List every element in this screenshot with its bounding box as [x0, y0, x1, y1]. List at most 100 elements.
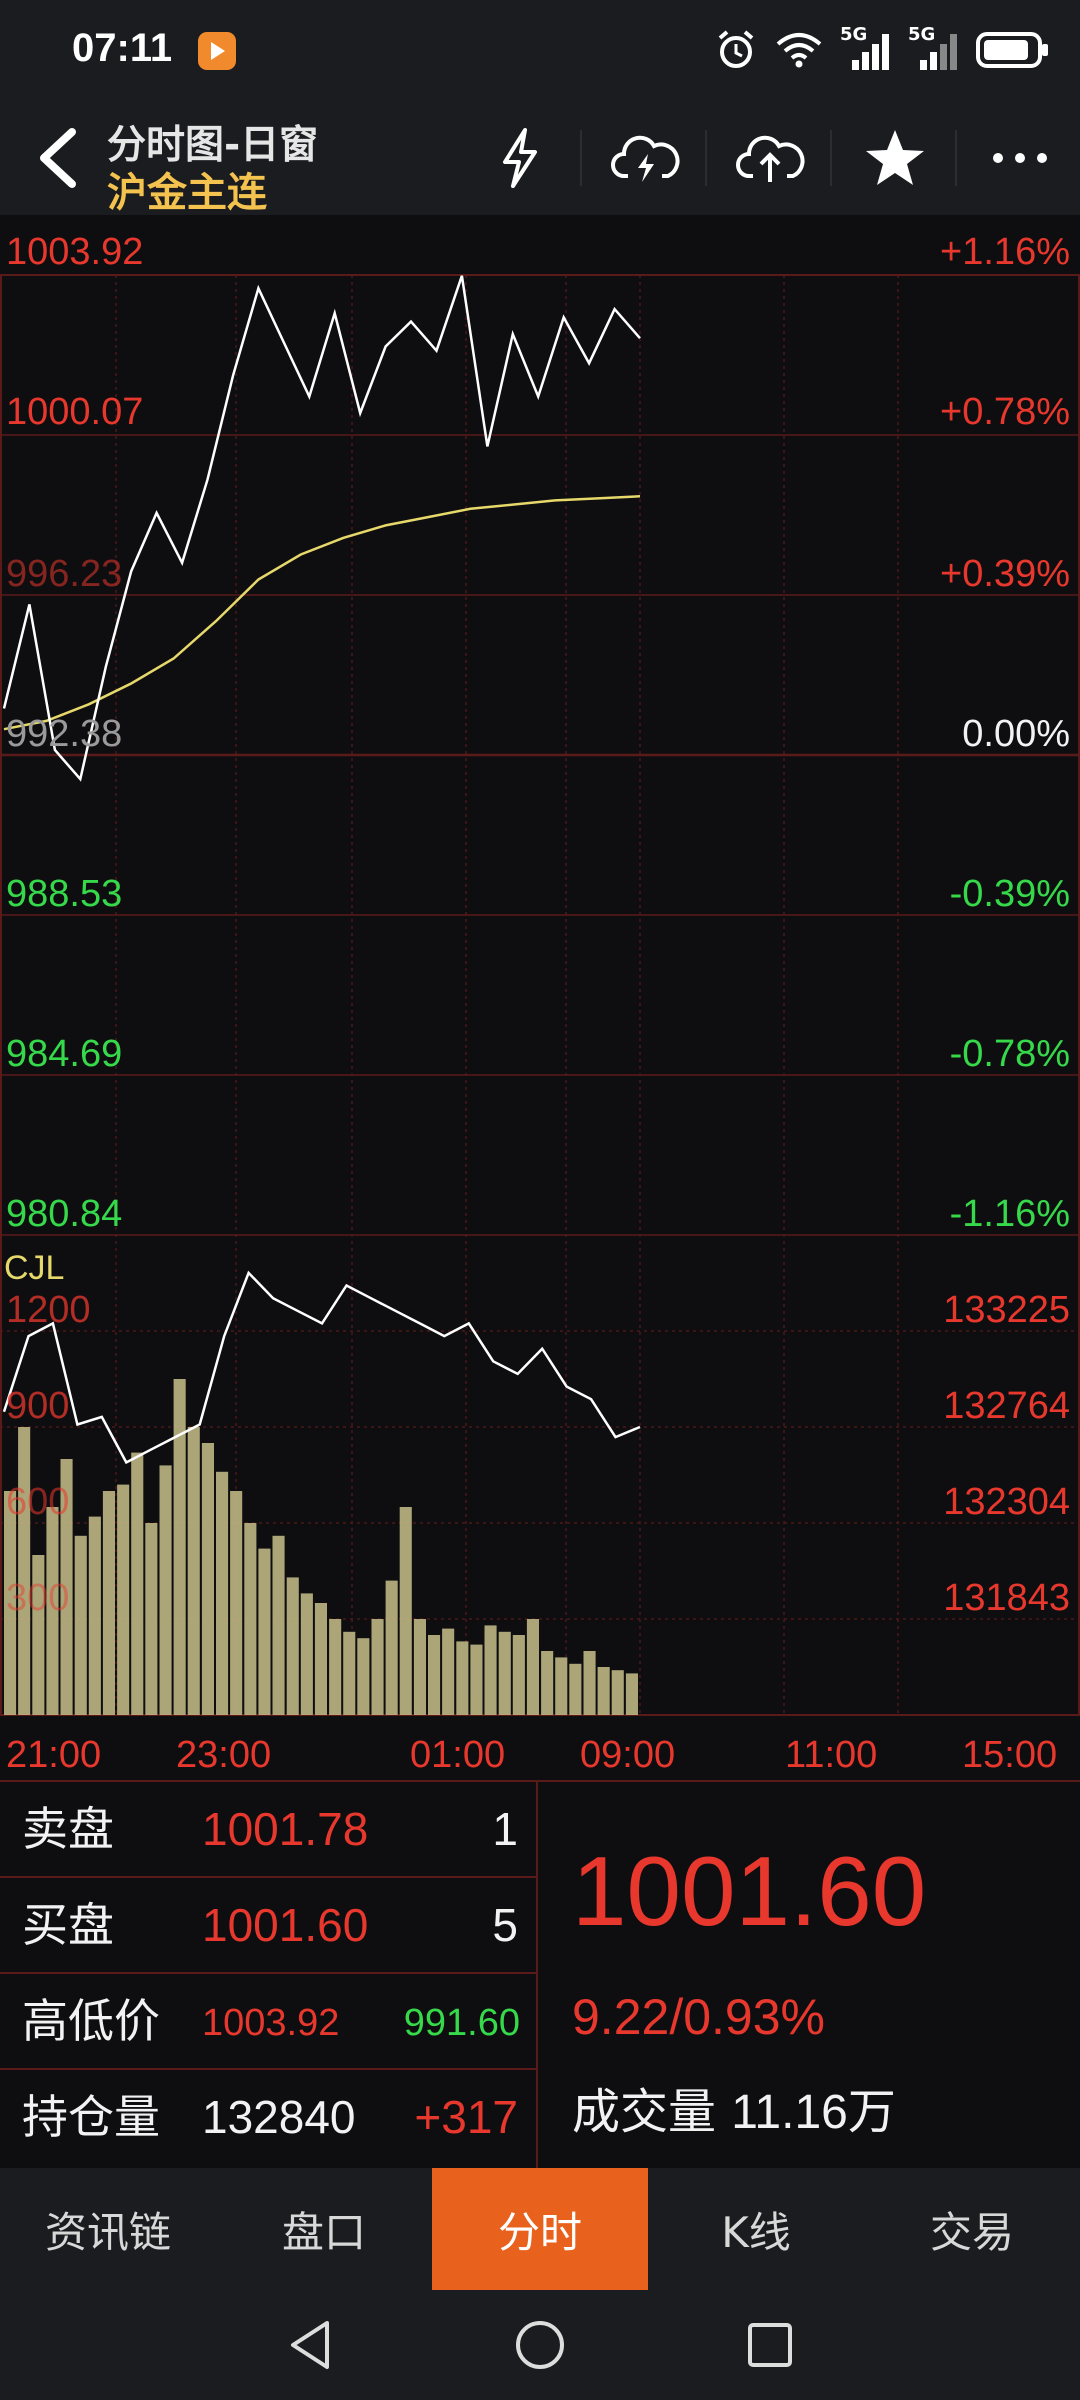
nav-recents-button[interactable]	[730, 2310, 810, 2380]
volume-bar	[272, 1535, 285, 1715]
home-nav-icon	[516, 2321, 564, 2369]
cloud-download-button[interactable]	[600, 118, 690, 198]
x-tick-label: 01:00	[410, 1734, 506, 1776]
volume-bar	[371, 1619, 384, 1715]
bid-price: 1001.60	[202, 1899, 369, 1951]
ask-row[interactable]: 卖盘 1001.78 1	[0, 1782, 538, 1878]
price-label: 984.69	[6, 1033, 123, 1075]
nav-back-button[interactable]	[270, 2310, 350, 2380]
quote-panel: 卖盘 1001.78 1 买盘 1001.60 5 高低价 1003.92 99…	[0, 1780, 1080, 2168]
volume-bar	[456, 1641, 469, 1715]
volume-bar	[512, 1635, 525, 1715]
pct-label: +1.16%	[940, 231, 1070, 273]
x-tick-label: 09:00	[580, 1734, 676, 1776]
open-interest-value: 132840	[202, 2091, 356, 2143]
signal-icon: 5G	[908, 24, 960, 72]
volume-row: 成交量 11.16万	[572, 2088, 896, 2137]
price-label: 1000.07	[6, 391, 144, 433]
cloud-upload-button[interactable]	[725, 118, 815, 198]
price-line	[2, 275, 641, 782]
pct-label: +0.39%	[940, 553, 1070, 595]
tab-intraday[interactable]: 分时	[432, 2168, 648, 2290]
price-label: 988.53	[6, 873, 123, 915]
open-interest-label: 持仓量	[22, 2090, 160, 2144]
volume-bar	[357, 1638, 370, 1715]
open-interest-row: 持仓量 132840 +317	[0, 2070, 538, 2166]
price-label: 992.38	[6, 713, 123, 755]
star-icon	[866, 130, 924, 185]
volume-bar	[131, 1452, 144, 1715]
back-icon	[40, 128, 76, 188]
volume-bar	[88, 1516, 101, 1715]
pct-label: +0.78%	[940, 391, 1070, 433]
volume-bar	[470, 1644, 483, 1715]
price-label: 996.23	[6, 553, 123, 595]
volume-bar	[230, 1491, 243, 1715]
header-separator	[830, 130, 832, 186]
volume-bar	[216, 1471, 229, 1715]
cloud-download-icon	[611, 135, 680, 182]
volume-bar	[343, 1631, 356, 1715]
intraday-chart[interactable]: 1003.92 1000.07 996.23 992.38 988.53 984…	[0, 215, 1080, 1780]
volume-bar	[329, 1619, 342, 1715]
price-label: 980.84	[6, 1193, 123, 1235]
volume-title: CJL	[4, 1249, 65, 1287]
volume-bar	[555, 1657, 568, 1715]
volume-bar	[399, 1507, 412, 1715]
volume-bar	[145, 1523, 158, 1715]
volume-bar	[117, 1484, 130, 1715]
volume-label: 1200	[6, 1289, 91, 1331]
volume-bar	[74, 1535, 87, 1715]
battery-icon	[976, 32, 1048, 68]
status-bar: 07:11 5G 5G	[0, 0, 1080, 100]
alarm-icon	[718, 30, 754, 68]
volume-bar	[314, 1603, 327, 1715]
high-price: 1003.92	[202, 2002, 340, 2044]
tab-news-chain[interactable]: 资讯链	[0, 2168, 216, 2290]
signal-icon: 5G	[840, 24, 892, 72]
lightning-icon	[503, 128, 537, 188]
volume-label: 900	[6, 1385, 70, 1427]
back-button[interactable]	[22, 118, 92, 198]
oi-label: 131843	[943, 1577, 1070, 1619]
volume-bar	[18, 1427, 31, 1715]
volume-bar	[159, 1465, 172, 1715]
volume-bar	[244, 1523, 257, 1715]
ask-qty: 1	[492, 1803, 518, 1855]
volume-label: 成交量	[572, 2084, 717, 2140]
price-label: 1003.92	[6, 231, 144, 273]
volume-bar	[258, 1548, 271, 1715]
volume-bar	[541, 1651, 554, 1715]
volume-bar	[498, 1631, 511, 1715]
volume-bar	[597, 1667, 610, 1715]
tab-kline[interactable]: K线	[648, 2168, 864, 2290]
lightning-button[interactable]	[475, 118, 565, 198]
volume-bar	[569, 1663, 582, 1715]
ask-label: 卖盘	[22, 1802, 114, 1856]
oi-label: 132304	[943, 1481, 1070, 1523]
volume-bar	[286, 1577, 299, 1715]
bid-qty: 5	[492, 1899, 518, 1951]
recents-nav-icon	[748, 2323, 792, 2367]
volume-label: 300	[6, 1577, 70, 1619]
volume-bar	[187, 1427, 200, 1715]
status-time: 07:11	[72, 26, 173, 70]
header: 分时图-日窗 沪金主连	[0, 100, 1080, 218]
instrument-name[interactable]: 沪金主连	[107, 160, 267, 218]
open-interest-change: +317	[414, 2091, 518, 2143]
volume-bar	[611, 1670, 624, 1715]
tab-trade[interactable]: 交易	[864, 2168, 1080, 2290]
bottom-tab-bar: 资讯链 盘口 分时 K线 交易	[0, 2168, 1080, 2290]
favorite-button[interactable]	[850, 118, 940, 198]
more-button[interactable]	[975, 118, 1065, 198]
nav-home-button[interactable]	[500, 2310, 580, 2380]
tab-order-book[interactable]: 盘口	[216, 2168, 432, 2290]
volume-bar	[201, 1443, 214, 1715]
pct-label: -0.78%	[949, 1033, 1070, 1075]
bid-row[interactable]: 买盘 1001.60 5	[0, 1878, 538, 1974]
volume-bar	[583, 1651, 596, 1715]
price-change: 9.22/0.93%	[572, 1989, 825, 2045]
x-tick-label: 11:00	[785, 1734, 878, 1776]
x-tick-label: 23:00	[176, 1734, 272, 1776]
volume-bar	[413, 1619, 426, 1715]
